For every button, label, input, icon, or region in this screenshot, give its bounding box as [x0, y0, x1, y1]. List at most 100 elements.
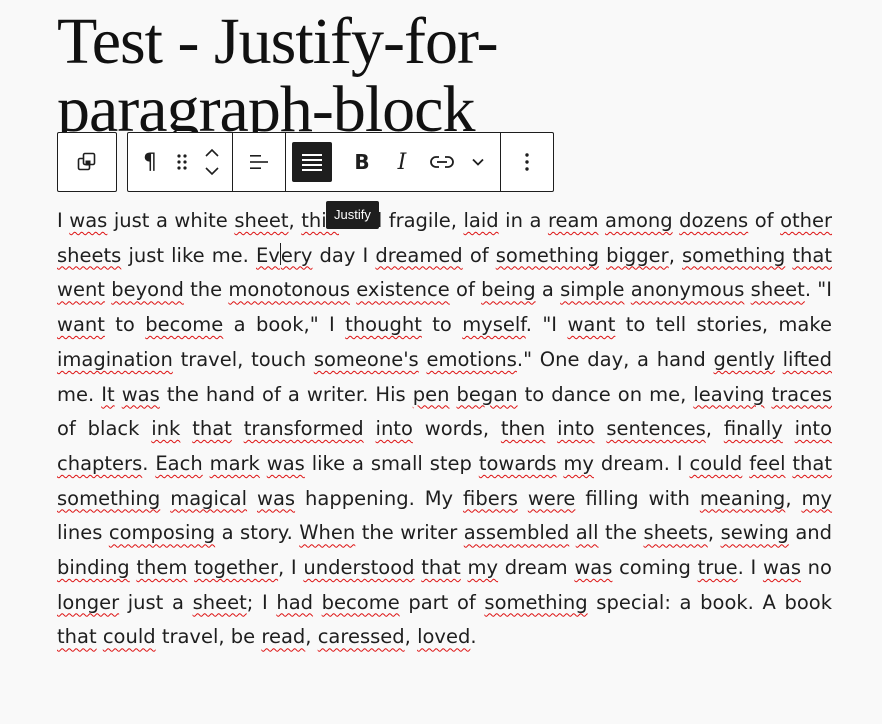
bold-button[interactable]: B — [342, 142, 382, 182]
spellcheck-flagged-word[interactable]: sheet — [751, 278, 805, 301]
spellcheck-flagged-word[interactable]: meaning — [700, 487, 785, 510]
spellcheck-flagged-word[interactable]: myself — [462, 313, 526, 336]
spellcheck-flagged-word[interactable]: simple — [560, 278, 624, 301]
spellcheck-flagged-word[interactable]: want — [57, 313, 105, 336]
spellcheck-flagged-word[interactable]: imagination — [57, 348, 173, 371]
spellcheck-flagged-word[interactable]: something — [57, 487, 160, 510]
spellcheck-flagged-word[interactable]: sewing — [721, 521, 789, 544]
spellcheck-flagged-word[interactable]: understood — [303, 556, 414, 579]
spellcheck-flagged-word[interactable]: were — [528, 487, 576, 510]
spellcheck-flagged-word[interactable]: true — [698, 556, 738, 579]
spellcheck-flagged-word[interactable]: loved — [417, 625, 470, 648]
spellcheck-flagged-word[interactable]: magical — [170, 487, 247, 510]
spellcheck-flagged-word[interactable]: chapters — [57, 452, 142, 475]
spellcheck-flagged-word[interactable]: ink — [151, 417, 180, 440]
spellcheck-flagged-word[interactable]: mark — [210, 452, 260, 475]
spellcheck-flagged-word[interactable]: lifted — [783, 348, 832, 371]
spellcheck-flagged-word[interactable]: began — [457, 383, 518, 406]
spellcheck-flagged-word[interactable]: that — [57, 625, 97, 648]
spellcheck-flagged-word[interactable]: was — [69, 209, 107, 232]
spellcheck-flagged-word[interactable]: dozens — [679, 209, 748, 232]
spellcheck-flagged-word[interactable]: anonymous — [631, 278, 745, 301]
spellcheck-flagged-word[interactable]: into — [376, 417, 413, 440]
spellcheck-flagged-word[interactable]: them — [136, 556, 187, 579]
spellcheck-flagged-word[interactable]: went — [57, 278, 105, 301]
spellcheck-flagged-word[interactable]: my — [801, 487, 832, 510]
more-formatting-button[interactable] — [462, 142, 494, 182]
spellcheck-flagged-word[interactable]: read — [261, 625, 305, 648]
spellcheck-flagged-word[interactable]: being — [481, 278, 536, 301]
spellcheck-flagged-word[interactable]: emotions — [426, 348, 516, 371]
spellcheck-flagged-word[interactable]: longer — [57, 591, 119, 614]
paragraph-block-button[interactable]: ¶ — [134, 142, 166, 182]
spellcheck-flagged-word[interactable]: my — [468, 556, 499, 579]
spellcheck-flagged-word[interactable]: gently — [714, 348, 775, 371]
spellcheck-flagged-word[interactable]: transformed — [244, 417, 364, 440]
post-title[interactable]: Test - Justify-for-paragraph-block — [57, 8, 617, 144]
spellcheck-flagged-word[interactable]: something — [484, 591, 587, 614]
spellcheck-flagged-word[interactable]: that — [421, 556, 461, 579]
spellcheck-flagged-word[interactable]: other — [780, 209, 832, 232]
align-text-button[interactable] — [239, 142, 279, 182]
spellcheck-flagged-word[interactable]: It — [101, 383, 114, 406]
spellcheck-flagged-word[interactable]: ery — [281, 244, 313, 267]
spellcheck-flagged-word[interactable]: pen — [413, 383, 450, 406]
spellcheck-flagged-word[interactable]: was — [763, 556, 801, 579]
spellcheck-flagged-word[interactable]: composing — [109, 521, 215, 544]
spellcheck-flagged-word[interactable]: assembled — [464, 521, 569, 544]
spellcheck-flagged-word[interactable]: sentences — [606, 417, 705, 440]
spellcheck-flagged-word[interactable]: finally — [724, 417, 783, 440]
spellcheck-flagged-word[interactable]: sheets — [57, 244, 121, 267]
spellcheck-flagged-word[interactable]: fibers — [463, 487, 518, 510]
spellcheck-flagged-word[interactable]: monotonous — [228, 278, 350, 301]
spellcheck-flagged-word[interactable]: was — [574, 556, 612, 579]
spellcheck-flagged-word[interactable]: become — [145, 313, 223, 336]
spellcheck-flagged-word[interactable]: become — [322, 591, 400, 614]
spellcheck-flagged-word[interactable]: When — [299, 521, 355, 544]
spellcheck-flagged-word[interactable]: that — [792, 452, 832, 475]
justify-button[interactable] — [292, 142, 332, 182]
spellcheck-flagged-word[interactable]: ream — [548, 209, 599, 232]
spellcheck-flagged-word[interactable]: sheet — [193, 591, 247, 614]
spellcheck-flagged-word[interactable]: sheet — [234, 209, 288, 232]
spellcheck-flagged-word[interactable]: laid — [463, 209, 498, 232]
spellcheck-flagged-word[interactable]: together — [194, 556, 278, 579]
spellcheck-flagged-word[interactable]: thought — [345, 313, 422, 336]
spellcheck-flagged-word[interactable]: caressed — [318, 625, 405, 648]
move-down-button[interactable] — [198, 162, 226, 180]
options-button[interactable] — [507, 142, 547, 182]
spellcheck-flagged-word[interactable]: all — [576, 521, 599, 544]
spellcheck-flagged-word[interactable]: bigger — [606, 244, 669, 267]
spellcheck-flagged-word[interactable]: into — [795, 417, 832, 440]
spellcheck-flagged-word[interactable]: beyond — [111, 278, 184, 301]
italic-button[interactable]: I — [382, 142, 422, 182]
spellcheck-flagged-word[interactable]: binding — [57, 556, 130, 579]
spellcheck-flagged-word[interactable]: could — [103, 625, 156, 648]
paragraph-block[interactable]: I was just a white sheet, thin and fragi… — [57, 204, 832, 655]
spellcheck-flagged-word[interactable]: among — [605, 209, 673, 232]
spellcheck-flagged-word[interactable]: was — [267, 452, 305, 475]
spellcheck-flagged-word[interactable]: then — [501, 417, 545, 440]
spellcheck-flagged-word[interactable]: Each — [155, 452, 202, 475]
spellcheck-flagged-word[interactable]: my — [563, 452, 594, 475]
spellcheck-flagged-word[interactable]: into — [557, 417, 594, 440]
spellcheck-flagged-word[interactable]: was — [122, 383, 160, 406]
spellcheck-flagged-word[interactable]: want — [567, 313, 615, 336]
spellcheck-flagged-word[interactable]: existence — [356, 278, 450, 301]
spellcheck-flagged-word[interactable]: something — [682, 244, 785, 267]
spellcheck-flagged-word[interactable]: that — [192, 417, 232, 440]
spellcheck-flagged-word[interactable]: feel — [749, 452, 785, 475]
spellcheck-flagged-word[interactable]: someone's — [314, 348, 419, 371]
link-button[interactable] — [422, 142, 462, 182]
spellcheck-flagged-word[interactable]: that — [792, 244, 832, 267]
select-parent-block-button[interactable] — [67, 142, 107, 182]
spellcheck-flagged-word[interactable]: traces — [772, 383, 833, 406]
move-up-button[interactable] — [198, 144, 226, 162]
spellcheck-flagged-word[interactable]: could — [690, 452, 743, 475]
spellcheck-flagged-word[interactable]: had — [276, 591, 313, 614]
spellcheck-flagged-word[interactable]: leaving — [693, 383, 764, 406]
drag-handle-button[interactable] — [166, 142, 198, 182]
spellcheck-flagged-word[interactable]: Ev — [256, 244, 280, 267]
spellcheck-flagged-word[interactable]: towards — [479, 452, 557, 475]
spellcheck-flagged-word[interactable]: something — [496, 244, 599, 267]
